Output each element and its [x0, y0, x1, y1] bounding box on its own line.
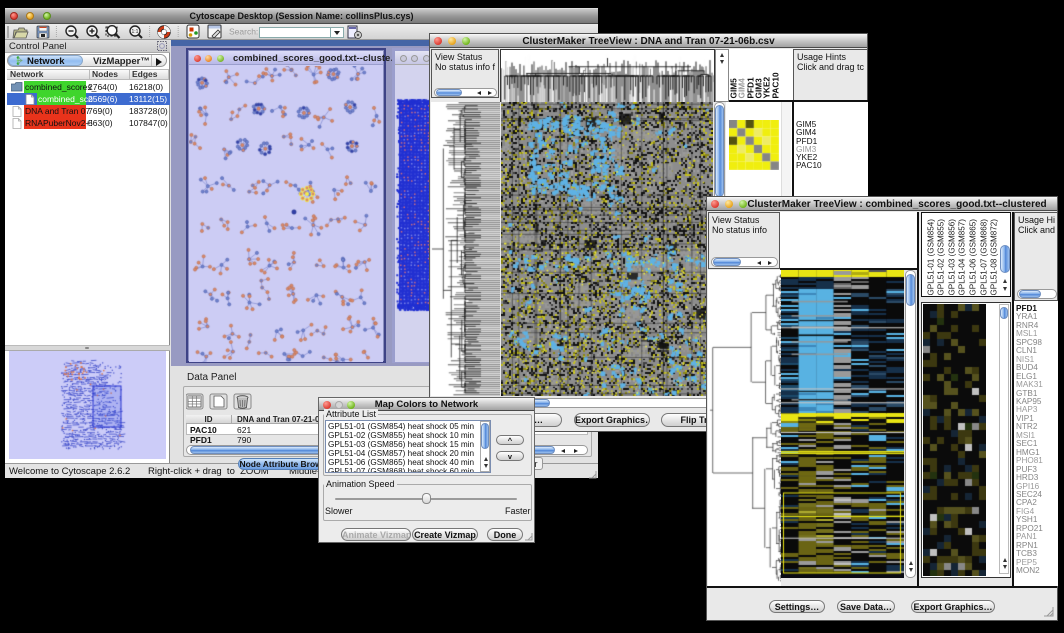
svg-text:Search:: Search:	[229, 27, 258, 37]
svg-text:1:1: 1:1	[132, 29, 139, 35]
